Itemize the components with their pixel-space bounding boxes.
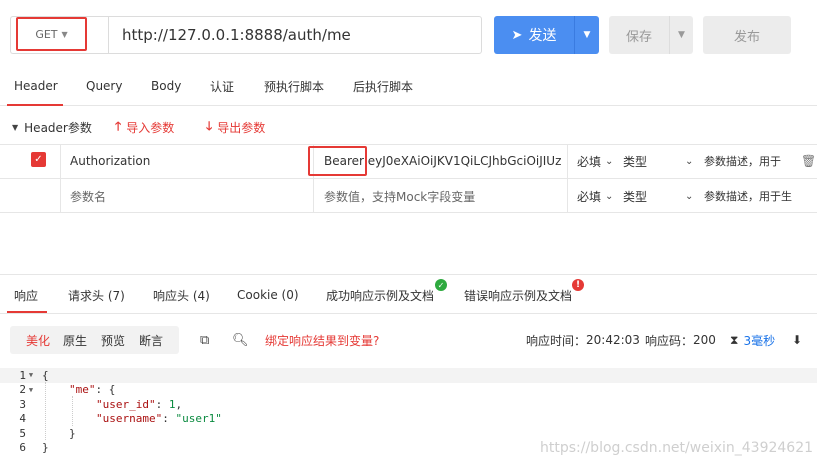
code-text: "me": { (69, 383, 116, 397)
copy-icon[interactable]: ⧉ (200, 326, 209, 354)
export-params-button[interactable]: 🡓 导出参数 (206, 114, 265, 140)
type-label: 类型 (623, 189, 648, 204)
code-line: 2 ▼ "me": { (0, 383, 817, 398)
tab-pre-script[interactable]: 预执行脚本 (264, 66, 324, 106)
response-time-value: 20:42:03 (586, 333, 640, 347)
tab-active-indicator (7, 104, 63, 106)
required-label: 必填 (577, 189, 602, 204)
tab-active-indicator (7, 311, 47, 313)
param-desc-field[interactable]: 参数描述，用于 (704, 144, 792, 178)
import-params-label: 导入参数 (126, 120, 175, 135)
tab-post-script[interactable]: 后执行脚本 (353, 66, 413, 106)
send-dropdown-button[interactable]: ▼ (574, 16, 599, 54)
required-select[interactable]: 必填 ⌄ (577, 144, 621, 178)
code-text: "user_id": 1, (96, 397, 183, 411)
fold-icon[interactable]: ▼ (26, 386, 36, 394)
code-line: 5 } (0, 426, 817, 441)
request-tabs: Header Query Body 认证 预执行脚本 后执行脚本 (0, 66, 817, 106)
arrow-down-icon: 🡓 (206, 118, 213, 133)
indent-guide (72, 396, 73, 426)
bind-result-link[interactable]: 绑定响应结果到变量? (265, 326, 379, 354)
code-text: { (42, 368, 49, 382)
type-label: 类型 (623, 154, 648, 169)
response-code: 响应码： 200 (645, 326, 716, 354)
chevron-down-icon: ▼ (61, 29, 68, 39)
view-preview[interactable]: 预览 (101, 326, 125, 354)
send-button[interactable]: ➤ 发送 (494, 16, 574, 54)
tab-header[interactable]: Header (14, 66, 58, 106)
line-number: 6 (19, 441, 26, 455)
code-line: 3 "user_id": 1, (0, 397, 817, 412)
view-beautify[interactable]: 美化 (26, 326, 50, 354)
tab-query[interactable]: Query (86, 66, 122, 106)
chevron-down-icon: ⌄ (685, 190, 694, 202)
param-desc-field[interactable]: 参数描述，用于生 (704, 179, 817, 213)
tab-auth[interactable]: 认证 (210, 66, 234, 106)
response-time-label: 响应时间： (526, 333, 587, 348)
tab-body[interactable]: Body (151, 66, 181, 106)
header-value-placeholder[interactable]: 参数值，支持Mock字段变量 (324, 179, 562, 213)
duration-value: 3毫秒 (743, 333, 776, 348)
chevron-down-icon: ⌄ (685, 155, 694, 167)
line-number: 3 (19, 397, 26, 411)
publish-button[interactable]: 发布 (703, 16, 791, 54)
response-code-label: 响应码： (645, 333, 694, 348)
chevron-down-icon: ⌄ (605, 190, 614, 202)
line-number: 2 (19, 383, 26, 397)
watermark: https://blog.csdn.net/weixin_43924621 (540, 440, 814, 456)
arrow-up-icon: 🡑 (115, 118, 122, 133)
header-key-field[interactable]: Authorization (70, 144, 310, 178)
line-number: 1 (19, 368, 26, 382)
error-circle-icon: ! (572, 279, 584, 291)
hourglass-icon: ⧗ (730, 332, 739, 347)
tab-response[interactable]: 响应 (14, 275, 38, 315)
check-circle-icon: ✓ (435, 279, 447, 291)
header-params-title: Header参数 (24, 120, 92, 135)
triangle-down-icon: ▼ (12, 122, 19, 132)
tab-request-headers[interactable]: 请求头 (7) (68, 275, 125, 315)
export-params-label: 导出参数 (217, 120, 266, 135)
tab-cookie[interactable]: Cookie (0) (237, 275, 299, 315)
type-select[interactable]: 类型 ⌄ (623, 144, 697, 178)
response-time: 响应时间： 20:42:03 (526, 326, 640, 354)
required-select[interactable]: 必填 ⌄ (577, 179, 621, 213)
indent-guide (45, 382, 46, 440)
save-button[interactable]: 保存 (609, 16, 669, 54)
bearer-highlight (308, 146, 367, 176)
save-dropdown-button[interactable]: ▼ (669, 16, 693, 54)
code-line: 1 ▼ { (0, 368, 817, 383)
code-line: 4 "username": "user1" (0, 412, 817, 427)
url-input[interactable]: http://127.0.0.1:8888/auth/me (108, 16, 482, 54)
line-number: 4 (19, 412, 26, 426)
import-params-button[interactable]: 🡑 导入参数 (115, 114, 174, 140)
header-key-placeholder[interactable]: 参数名 (70, 179, 310, 213)
header-params-toggle[interactable]: ▼ Header参数 (0, 114, 92, 140)
method-select[interactable]: GET ▼ (16, 17, 87, 51)
required-label: 必填 (577, 154, 602, 169)
tab-success-example[interactable]: 成功响应示例及文档 (326, 275, 434, 315)
response-duration: ⧗ 3毫秒 (730, 326, 775, 354)
method-label: GET (35, 27, 58, 41)
chevron-down-icon: ⌄ (605, 155, 614, 167)
search-icon[interactable]: 🔍︎ (232, 326, 249, 354)
line-number: 5 (19, 426, 26, 440)
download-icon[interactable]: ⬇ (792, 326, 802, 354)
row-enabled-checkbox[interactable]: ✓ (31, 152, 46, 167)
view-assert[interactable]: 断言 (139, 326, 163, 354)
fold-icon[interactable]: ▼ (26, 371, 36, 379)
response-tabs: 响应 请求头 (7) 响应头 (4) Cookie (0) 成功响应示例及文档 … (0, 274, 817, 314)
divider (567, 144, 568, 212)
divider (60, 144, 61, 212)
response-code-value: 200 (693, 333, 716, 347)
send-label: 发送 (528, 28, 557, 44)
code-text: "username": "user1" (96, 412, 222, 426)
tab-error-example[interactable]: 错误响应示例及文档 (464, 275, 572, 315)
trash-icon[interactable]: 🗑 (801, 144, 815, 178)
tab-response-headers[interactable]: 响应头 (4) (153, 275, 210, 315)
code-text: } (69, 426, 76, 440)
code-text: } (42, 441, 49, 455)
type-select[interactable]: 类型 ⌄ (623, 179, 697, 213)
send-plane-icon: ➤ (511, 27, 523, 43)
view-raw[interactable]: 原生 (63, 326, 87, 354)
